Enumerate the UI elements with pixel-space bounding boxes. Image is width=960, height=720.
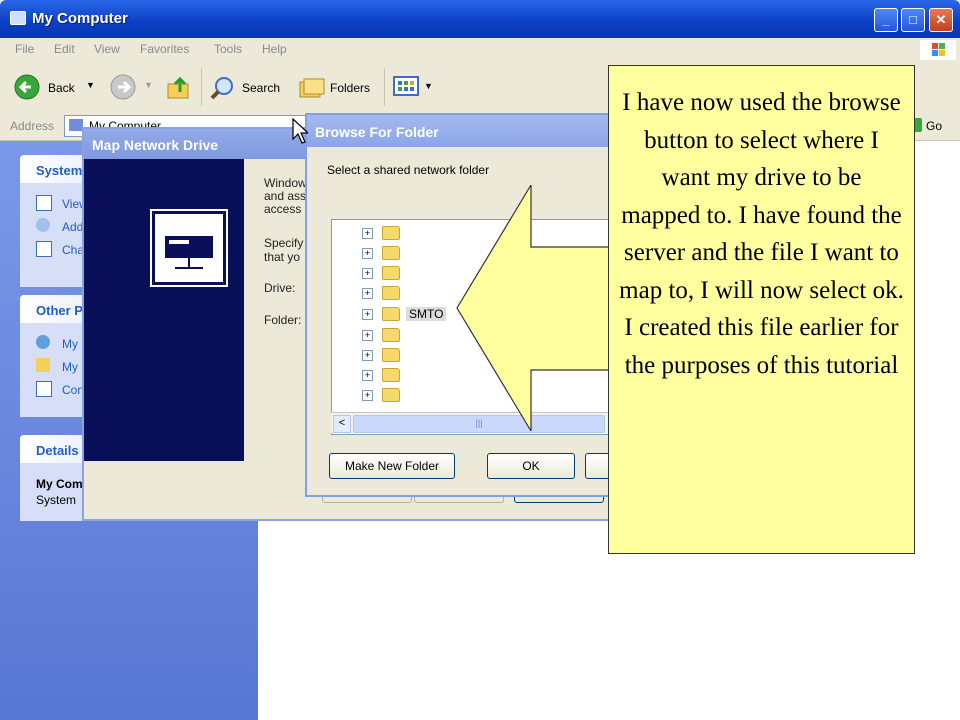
system-tasks-title: System xyxy=(36,163,83,178)
back-arrow-icon xyxy=(14,74,40,100)
task-change-setting[interactable]: Cha xyxy=(62,243,84,257)
network-drive-icon xyxy=(150,209,228,287)
folder-label: Folder: xyxy=(264,313,302,327)
toolbar-separator xyxy=(384,68,385,106)
browse-prompt: Select a shared network folder xyxy=(327,163,490,177)
computer-icon xyxy=(10,11,26,25)
details-title: Details xyxy=(36,443,79,458)
folder-icon xyxy=(382,328,400,342)
wizard-specify-line: Specify xyxy=(264,236,304,250)
up-folder-icon xyxy=(167,76,189,99)
folders-icon xyxy=(299,78,325,98)
wizard-specify-line: that yo xyxy=(264,250,301,264)
mouse-pointer-icon xyxy=(292,118,308,144)
back-dropdown-icon[interactable]: ▼ xyxy=(86,80,95,90)
other-places-title: Other P xyxy=(36,303,83,318)
menu-tools[interactable]: Tools xyxy=(214,42,242,56)
place-my-network[interactable]: My xyxy=(62,337,78,351)
forward-arrow-icon xyxy=(110,74,136,100)
folder-icon xyxy=(382,388,400,402)
wizard-side-panel xyxy=(84,159,244,461)
expand-icon[interactable]: + xyxy=(362,370,373,381)
control-panel-icon xyxy=(36,381,52,397)
menu-view[interactable]: View xyxy=(94,42,120,56)
folder-icon xyxy=(382,246,400,260)
folder-icon xyxy=(382,368,400,382)
toolbar-separator xyxy=(201,68,202,106)
back-label: Back xyxy=(48,81,75,95)
details-name: My Com xyxy=(36,477,83,491)
forward-dropdown-icon[interactable]: ▼ xyxy=(144,80,153,90)
folders-button[interactable]: Folders xyxy=(296,72,378,102)
expand-icon[interactable]: + xyxy=(362,390,373,401)
views-button[interactable]: ▼ xyxy=(392,74,434,100)
back-button[interactable]: Back ▼ xyxy=(12,72,100,102)
network-icon xyxy=(36,335,50,349)
folder-icon xyxy=(382,266,400,280)
browse-for-folder-title: Browse For Folder xyxy=(315,124,439,140)
window-titlebar[interactable]: My Computer _ □ ✕ xyxy=(0,0,960,38)
expand-icon[interactable]: + xyxy=(362,228,373,239)
expand-icon[interactable]: + xyxy=(362,309,373,320)
expand-icon[interactable]: + xyxy=(362,350,373,361)
add-remove-icon xyxy=(36,218,50,232)
menu-favorites[interactable]: Favorites xyxy=(140,42,189,56)
up-folder-button[interactable] xyxy=(166,74,194,102)
search-button[interactable]: Search xyxy=(208,72,290,102)
place-my-documents[interactable]: My xyxy=(62,360,78,374)
map-network-drive-title: Map Network Drive xyxy=(92,137,219,153)
wizard-intro-line: access xyxy=(264,202,302,216)
folder-icon xyxy=(382,286,400,300)
forward-button[interactable]: ▼ xyxy=(108,72,156,102)
menu-edit[interactable]: Edit xyxy=(54,42,75,56)
search-label: Search xyxy=(242,81,281,95)
place-control-panel[interactable]: Con xyxy=(62,383,84,397)
computer-icon xyxy=(69,119,83,131)
my-documents-icon xyxy=(36,358,50,372)
window-title: My Computer xyxy=(32,10,128,27)
change-setting-icon xyxy=(36,241,52,257)
expand-icon[interactable]: + xyxy=(362,268,373,279)
menu-file[interactable]: File xyxy=(15,42,34,56)
address-label: Address xyxy=(10,119,55,133)
windows-logo-icon xyxy=(920,40,956,60)
view-info-icon xyxy=(36,195,52,211)
browse-for-folder-titlebar[interactable]: Browse For Folder xyxy=(307,115,627,147)
views-icon xyxy=(393,76,419,96)
folders-label: Folders xyxy=(330,81,371,95)
task-add-remove[interactable]: Add xyxy=(62,220,83,234)
go-label: Go xyxy=(926,119,943,133)
menubar: File Edit View Favorites Tools Help xyxy=(0,38,960,63)
minimize-button[interactable]: _ xyxy=(874,8,898,32)
callout-text: I have now used the browse button to sel… xyxy=(619,89,904,379)
maximize-button[interactable]: □ xyxy=(901,8,925,32)
callout-arrow xyxy=(456,185,611,431)
folder-icon xyxy=(382,226,400,240)
details-type: System xyxy=(36,493,77,507)
ok-button[interactable]: OK xyxy=(487,453,575,479)
close-button[interactable]: ✕ xyxy=(929,8,953,32)
menu-help[interactable]: Help xyxy=(262,42,287,56)
make-new-folder-button[interactable]: Make New Folder xyxy=(329,453,455,479)
tree-node-label-smto: SMTO xyxy=(406,307,447,321)
drive-label: Drive: xyxy=(264,281,296,295)
views-dropdown-icon: ▼ xyxy=(424,81,433,91)
scroll-left-button[interactable]: < xyxy=(333,415,351,433)
expand-icon[interactable]: + xyxy=(362,248,373,259)
expand-icon[interactable]: + xyxy=(362,330,373,341)
tutorial-callout: I have now used the browse button to sel… xyxy=(608,65,915,554)
folder-icon xyxy=(382,348,400,362)
search-icon xyxy=(210,77,233,100)
expand-icon[interactable]: + xyxy=(362,288,373,299)
folder-icon xyxy=(382,307,400,321)
